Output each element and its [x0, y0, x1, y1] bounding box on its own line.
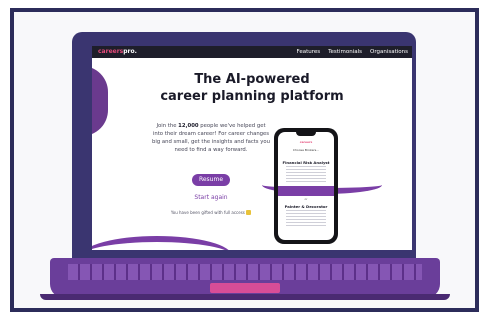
laptop-keyboard — [68, 264, 422, 280]
phone-mockup: careers Choose Brokers... Financial Risk… — [274, 128, 338, 244]
phone-screen: careers Choose Brokers... Financial Risk… — [278, 132, 334, 240]
phone-decorative-band — [278, 186, 334, 196]
resume-button[interactable]: Resume — [192, 174, 230, 186]
phone-card-text-2 — [286, 210, 326, 226]
access-note: You have been gifted with full access — [162, 210, 260, 216]
brand-logo[interactable]: careerspro. — [98, 48, 137, 56]
hero-headline-line1: The AI-powered — [194, 72, 310, 87]
decorative-curve-bottom — [92, 236, 232, 250]
start-again-button[interactable]: Start again — [184, 192, 238, 204]
brand-suffix: pro. — [123, 48, 137, 55]
intro-count: 12,000 — [178, 123, 199, 129]
top-navbar: careerspro. Features Testimonials Organi… — [92, 46, 412, 58]
laptop-base-edge — [40, 294, 450, 300]
nav-link-organisations[interactable]: Organisations — [370, 48, 408, 56]
phone-card-title-1: Financial Risk Analyst — [282, 160, 330, 165]
phone-greeting: Choose Brokers... — [292, 148, 320, 152]
laptop-trackpad — [210, 283, 280, 293]
nav-link-features[interactable]: Features — [296, 48, 320, 56]
intro-prefix: Join the — [156, 123, 179, 129]
hero-intro-text: Join the 12,000 people we've helped get … — [152, 122, 270, 154]
gift-icon — [246, 210, 252, 215]
phone-card-text-1 — [286, 166, 326, 182]
phone-card-title-2: Painter & Decorator — [284, 204, 328, 209]
hero-headline-line2: career planning platform — [160, 89, 344, 104]
phone-divider: or — [304, 197, 308, 201]
phone-logo: careers — [299, 140, 313, 144]
laptop-screen: careerspro. Features Testimonials Organi… — [92, 46, 412, 250]
nav-link-testimonials[interactable]: Testimonials — [328, 48, 362, 56]
brand-name: careers — [98, 48, 124, 55]
phone-notch — [296, 132, 316, 136]
nav-links: Features Testimonials Organisations — [296, 48, 408, 56]
access-note-text: You have been gifted with full access — [170, 210, 245, 215]
